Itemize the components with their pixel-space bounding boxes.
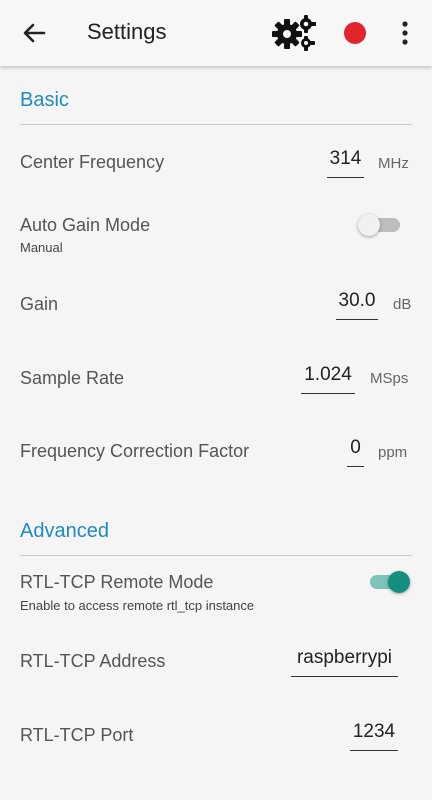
auto-gain-summary: Manual (20, 240, 63, 255)
center-frequency-unit: MHz (378, 155, 409, 172)
more-options-icon[interactable] (396, 20, 414, 46)
page-title: Settings (87, 19, 167, 44)
remote-mode-label: RTL-TCP Remote Mode (20, 572, 214, 592)
toggle-thumb (388, 571, 410, 593)
sample-rate-unit: MSps (370, 370, 409, 387)
center-frequency-field[interactable]: 314 (327, 148, 364, 178)
gain-field[interactable]: 30.0 (336, 290, 378, 320)
toggle-thumb (358, 214, 380, 236)
rtl-tcp-address-label: RTL-TCP Address (20, 651, 166, 671)
gears-icon[interactable] (270, 13, 316, 53)
sample-rate-field[interactable]: 1.024 (301, 364, 355, 394)
back-arrow-icon[interactable] (18, 17, 50, 49)
gain-label: Gain (20, 294, 59, 314)
rtl-tcp-port-label: RTL-TCP Port (20, 725, 134, 745)
divider (20, 124, 412, 125)
sample-rate-label: Sample Rate (20, 368, 125, 388)
section-title-basic: Basic (20, 89, 69, 111)
app-bar: Settings (0, 0, 432, 66)
gain-unit: dB (393, 296, 412, 313)
frequency-correction-field[interactable]: 0 (347, 437, 364, 467)
rtl-tcp-address-field[interactable]: raspberrypi (291, 647, 398, 677)
auto-gain-toggle[interactable] (358, 210, 408, 240)
rtl-tcp-port-field[interactable]: 1234 (350, 721, 398, 751)
section-title-advanced: Advanced (20, 520, 109, 542)
auto-gain-label: Auto Gain Mode (20, 215, 151, 235)
frequency-correction-unit: ppm (378, 444, 408, 461)
frequency-correction-label: Frequency Correction Factor (20, 441, 250, 461)
remote-mode-toggle[interactable] (364, 567, 414, 597)
divider (20, 555, 412, 556)
record-button[interactable] (344, 22, 366, 44)
center-frequency-label: Center Frequency (20, 152, 165, 172)
remote-mode-summary: Enable to access remote rtl_tcp instance (20, 598, 255, 613)
